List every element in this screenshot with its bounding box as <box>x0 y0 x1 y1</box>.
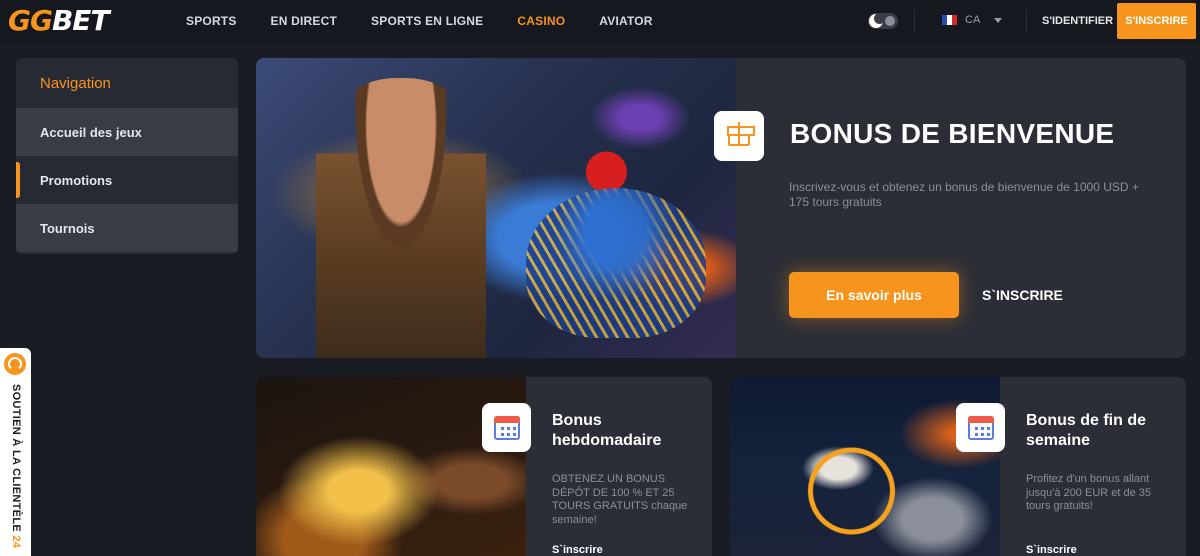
headset-icon <box>4 353 26 375</box>
hero-description: Inscrivez-vous et obtenez un bonus de bi… <box>789 180 1139 209</box>
toggle-knob <box>885 16 895 26</box>
logo-gg: GG <box>8 4 53 37</box>
nav-aviator[interactable]: AVIATOR <box>599 14 652 28</box>
flag-icon <box>942 15 957 25</box>
calendar-icon <box>482 403 531 452</box>
nav-casino[interactable]: CASINO <box>517 14 565 28</box>
customer-support-tab[interactable]: SOUTIEN À LA CLIENTÈLE 24 <box>0 348 31 556</box>
sidebar-item-promotions[interactable]: Promotions <box>16 156 238 204</box>
sidebar-navigation: Navigation Accueil des jeux Promotions T… <box>16 58 238 254</box>
logo-bet: BET <box>51 4 110 37</box>
language-label: CA <box>965 14 981 26</box>
calendar-icon <box>956 403 1005 452</box>
promo-signup-link[interactable]: S`inscrire <box>1026 544 1077 556</box>
support-hours: 24 <box>10 535 22 549</box>
hero-signup-link[interactable]: S`INSCRIRE <box>982 287 1063 303</box>
gift-icon <box>714 111 764 161</box>
header-divider <box>1026 10 1027 32</box>
theme-toggle[interactable] <box>868 13 898 29</box>
nav-sports[interactable]: SPORTS <box>186 14 237 28</box>
promo-title: Bonus de fin de semaine <box>1026 412 1146 449</box>
header-divider <box>914 10 915 32</box>
moon-icon <box>869 13 885 28</box>
login-button[interactable]: S'IDENTIFIER <box>1042 15 1113 27</box>
signup-button[interactable]: S'INSCRIRE <box>1117 3 1196 39</box>
hero-title: BONUS DE BIENVENUE <box>790 118 1115 149</box>
promo-card-weekly[interactable]: Bonus hebdomadaire OBTENEZ UN BONUS DÉPÔ… <box>256 377 712 556</box>
learn-more-button[interactable]: En savoir plus <box>789 272 959 318</box>
nav-sports-en-ligne[interactable]: SPORTS EN LIGNE <box>371 14 483 28</box>
explorer-figure <box>316 78 486 358</box>
top-header: GGBET SPORTS EN DIRECT SPORTS EN LIGNE C… <box>0 0 1200 42</box>
sidebar-title: Navigation <box>40 74 111 92</box>
nav-en-direct[interactable]: EN DIRECT <box>271 14 337 28</box>
support-label: SOUTIEN À LA CLIENTÈLE 24 <box>10 384 22 548</box>
egyptian-bird-figure <box>526 188 706 338</box>
promo-description: Profitez d'un bonus allant jusqu'à 200 E… <box>1026 473 1152 512</box>
promo-title: Bonus hebdomadaire <box>552 412 662 449</box>
support-text: SOUTIEN À LA CLIENTÈLE <box>10 384 22 532</box>
main-nav: SPORTS EN DIRECT SPORTS EN LIGNE CASINO … <box>186 0 687 42</box>
hero-banner-image <box>256 58 736 358</box>
language-selector[interactable]: CA <box>942 14 1003 26</box>
chevron-down-icon <box>994 17 1003 23</box>
sidebar-item-accueil[interactable]: Accueil des jeux <box>16 108 238 156</box>
promo-card-weekend[interactable]: Bonus de fin de semaine Profitez d'un bo… <box>730 377 1186 556</box>
ggbet-logo[interactable]: GGBET <box>8 4 110 37</box>
sidebar-item-tournois[interactable]: Tournois <box>16 204 238 252</box>
promo-signup-link[interactable]: S`inscrire <box>552 544 603 556</box>
promo-description: OBTENEZ UN BONUS DÉPÔT DE 100 % ET 25 TO… <box>552 473 688 526</box>
